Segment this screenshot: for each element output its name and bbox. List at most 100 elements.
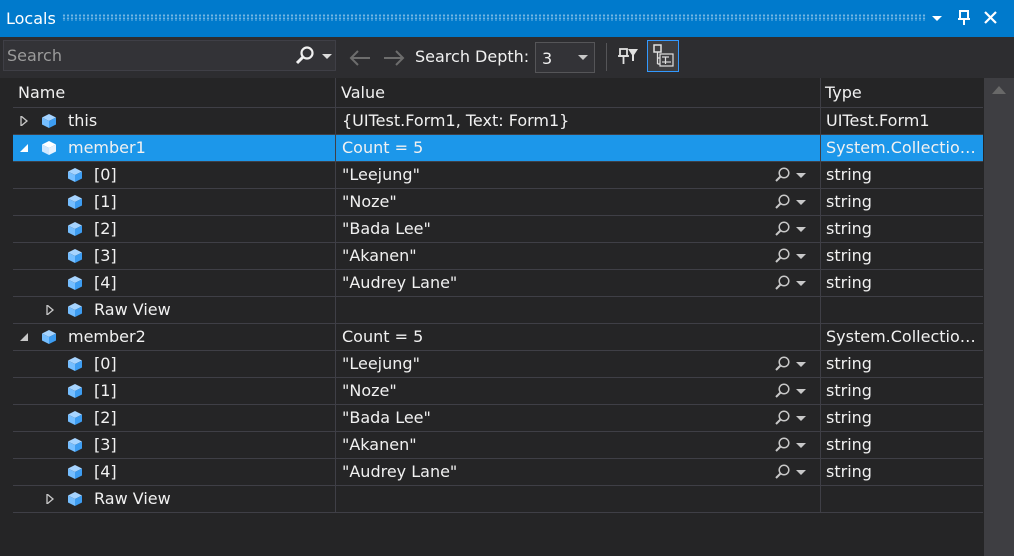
type-cell: string [820, 270, 983, 296]
type-cell [820, 297, 983, 323]
name-cell: [3] [13, 432, 335, 458]
filter-pin-icon [618, 48, 638, 64]
variable-name: [3] [94, 246, 117, 265]
magnifier-visualizer-icon[interactable] [773, 409, 793, 427]
cube-icon [68, 195, 82, 209]
visualizer-dropdown-icon[interactable] [796, 254, 806, 259]
magnifier-visualizer-icon[interactable] [773, 355, 793, 373]
table-row[interactable]: Raw View [13, 486, 983, 513]
type-cell [820, 486, 983, 512]
collapsed-triangle-icon[interactable] [45, 494, 55, 504]
collapsed-triangle-icon[interactable] [19, 116, 29, 126]
search-button[interactable] [293, 45, 317, 67]
magnifier-visualizer-icon[interactable] [773, 193, 793, 211]
table-row[interactable]: [1] "Noze" string [13, 189, 983, 216]
value-cell[interactable]: "Akanen" [335, 243, 820, 269]
table-row[interactable]: [2] "Bada Lee" string [13, 216, 983, 243]
tab-icon [653, 44, 674, 67]
table-row[interactable]: [3] "Akanen" string [13, 432, 983, 459]
cube-icon [68, 438, 82, 452]
magnifier-visualizer-icon[interactable] [773, 166, 793, 184]
search-options-dropdown[interactable] [320, 47, 334, 65]
type-cell: string [820, 351, 983, 377]
table-row[interactable]: this {UITest.Form1, Text: Form1} UITest.Fo… [13, 108, 983, 135]
visualizer-dropdown-icon[interactable] [796, 389, 806, 394]
variable-value: "Leejung" [342, 165, 420, 184]
type-cell: UITest.Form1 [820, 108, 983, 134]
column-header-type[interactable]: Type [825, 83, 862, 102]
window-options-button[interactable] [926, 6, 948, 30]
search-backward-button[interactable] [346, 45, 374, 71]
cube-icon [68, 357, 82, 371]
type-cell: System.Collection… [820, 324, 983, 350]
value-cell[interactable]: "Leejung" [335, 162, 820, 188]
value-cell[interactable]: "Audrey Lane" [335, 459, 820, 485]
variable-value: "Bada Lee" [342, 219, 431, 238]
table-row[interactable]: [3] "Akanen" string [13, 243, 983, 270]
search-input[interactable] [7, 41, 287, 70]
value-cell[interactable]: "Akanen" [335, 432, 820, 458]
arrow-right-icon [384, 50, 405, 66]
table-row[interactable]: [1] "Noze" string [13, 378, 983, 405]
table-row[interactable]: [4] "Audrey Lane" string [13, 270, 983, 297]
value-cell[interactable]: "Leejung" [335, 351, 820, 377]
table-row[interactable]: member2 Count = 5 System.Collection… [13, 324, 983, 351]
toolbar: Search Depth: 3 [0, 37, 1014, 78]
magnifier-visualizer-icon[interactable] [773, 247, 793, 265]
visualizer-dropdown-icon[interactable] [796, 173, 806, 178]
table-row[interactable]: [0] "Leejung" string [13, 351, 983, 378]
table-row[interactable]: [0] "Leejung" string [13, 162, 983, 189]
value-cell[interactable] [335, 297, 820, 323]
collapsed-triangle-icon[interactable] [45, 305, 55, 315]
magnifier-visualizer-icon[interactable] [773, 463, 793, 481]
expanded-triangle-icon[interactable] [19, 332, 29, 342]
value-cell[interactable]: {UITest.Form1, Text: Form1} [335, 108, 820, 134]
arrow-left-icon [349, 50, 370, 66]
variable-name: member1 [68, 138, 146, 157]
visualizer-dropdown-icon[interactable] [796, 281, 806, 286]
visualizer-dropdown-icon[interactable] [796, 200, 806, 205]
pin-filter-button[interactable] [613, 42, 643, 72]
column-header-name[interactable]: Name [18, 83, 65, 102]
search-forward-button[interactable] [380, 45, 408, 71]
column-resize-handle[interactable] [820, 78, 821, 107]
scroll-up-arrow-icon[interactable] [992, 86, 1006, 94]
search-depth-select[interactable]: 3 [535, 42, 595, 73]
pin-button[interactable] [953, 6, 975, 30]
value-cell[interactable]: Count = 5 [335, 135, 820, 161]
table-row[interactable]: Raw View [13, 297, 983, 324]
value-cell[interactable]: "Noze" [335, 189, 820, 215]
search-depth-value: 3 [542, 49, 553, 68]
value-cell[interactable]: "Noze" [335, 378, 820, 404]
name-cell: [0] [13, 351, 335, 377]
expanded-triangle-icon[interactable] [19, 143, 29, 153]
vertical-scrollbar[interactable] [984, 78, 1014, 556]
visualizer-dropdown-icon[interactable] [796, 416, 806, 421]
table-row[interactable]: member1 Count = 5 System.Collection… [13, 135, 983, 162]
value-cell[interactable]: "Bada Lee" [335, 405, 820, 431]
magnifier-visualizer-icon[interactable] [773, 436, 793, 454]
visualizer-dropdown-icon[interactable] [796, 443, 806, 448]
cube-icon [68, 492, 82, 506]
type-cell: string [820, 189, 983, 215]
magnifier-visualizer-icon[interactable] [773, 274, 793, 292]
title-grip[interactable] [62, 14, 926, 21]
table-row[interactable]: [4] "Audrey Lane" string [13, 459, 983, 486]
visualizer-dropdown-icon[interactable] [796, 227, 806, 232]
name-cell: [3] [13, 243, 335, 269]
column-resize-handle[interactable] [335, 78, 336, 107]
cube-icon [68, 384, 82, 398]
value-cell[interactable]: "Audrey Lane" [335, 270, 820, 296]
tab-view-toggle-button[interactable] [647, 40, 679, 72]
column-header-value[interactable]: Value [341, 83, 385, 102]
value-cell[interactable] [335, 486, 820, 512]
visualizer-dropdown-icon[interactable] [796, 362, 806, 367]
table-row[interactable]: [2] "Bada Lee" string [13, 405, 983, 432]
magnifier-visualizer-icon[interactable] [773, 220, 793, 238]
value-cell[interactable]: Count = 5 [335, 324, 820, 350]
visualizer-dropdown-icon[interactable] [796, 470, 806, 475]
variable-name: [1] [94, 192, 117, 211]
close-button[interactable] [980, 6, 1002, 30]
value-cell[interactable]: "Bada Lee" [335, 216, 820, 242]
magnifier-visualizer-icon[interactable] [773, 382, 793, 400]
